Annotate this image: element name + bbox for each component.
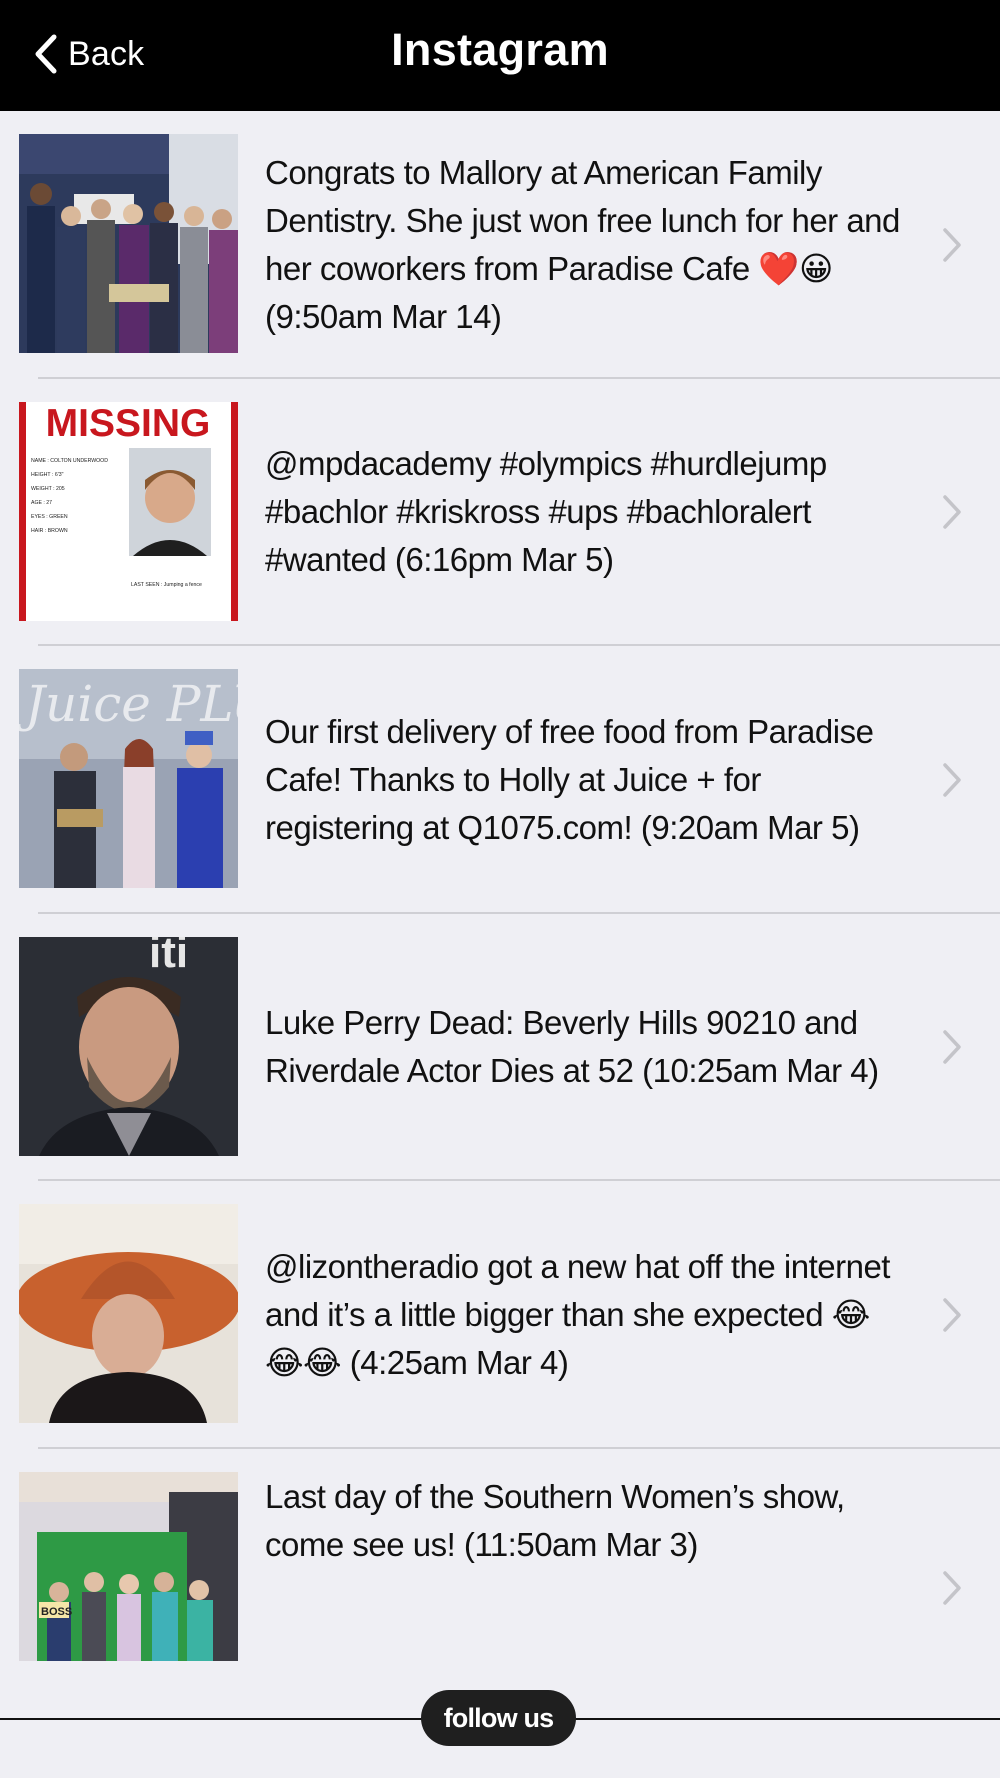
feed-item[interactable]: Juice PLUS Our first delivery of free fo… <box>0 646 1000 914</box>
chevron-right-icon <box>943 1570 961 1605</box>
feed-item[interactable]: @lizontheradio got a new hat off the int… <box>0 1181 1000 1449</box>
post-caption: Last day of the Southern Women’s show, c… <box>265 1477 845 1563</box>
post-caption: Congrats to Mallory at American Family D… <box>265 153 900 335</box>
image-text: MISSING <box>46 402 211 445</box>
image-footer: LAST SEEN : Jumping a fence <box>131 582 202 588</box>
feed-item[interactable]: MISSING NAME : COLTON UNDERWOOD HEIGHT :… <box>0 379 1000 646</box>
post-caption: Our first delivery of free food from Par… <box>265 712 874 846</box>
image-text: iti <box>149 937 188 977</box>
image-text: Juice PLUS <box>19 675 238 733</box>
chevron-right-icon <box>943 1030 961 1064</box>
chevron-right-icon <box>943 495 961 529</box>
image-line: EYES : GREEN <box>31 514 68 520</box>
page-title: Instagram <box>391 24 609 75</box>
post-thumbnail <box>19 134 238 353</box>
post-thumbnail: iti <box>19 936 238 1156</box>
feed-item[interactable]: iti Luke Perry Dead: Beverly Hills 90210… <box>0 914 1000 1181</box>
navigation-bar: Back Instagram <box>0 0 1000 111</box>
follow-us-button[interactable]: follow us <box>421 1690 576 1746</box>
post-caption: @lizontheradio got a new hat off the int… <box>265 1247 890 1381</box>
image-line: NAME : COLTON UNDERWOOD <box>31 458 108 464</box>
instagram-feed: Congrats to Mallory at American Family D… <box>0 111 1000 1664</box>
image-text: BOSS <box>41 1606 72 1618</box>
image-line: HAIR : BROWN <box>31 528 68 534</box>
image-line: HEIGHT : 6'3" <box>31 472 64 478</box>
image-line: AGE : 27 <box>31 500 52 506</box>
post-thumbnail <box>19 1204 238 1423</box>
image-line: WEIGHT : 205 <box>31 486 65 492</box>
feed-item[interactable]: Congrats to Mallory at American Family D… <box>0 111 1000 379</box>
post-thumbnail: MISSING NAME : COLTON UNDERWOOD HEIGHT :… <box>19 401 238 621</box>
post-caption: Luke Perry Dead: Beverly Hills 90210 and… <box>265 1004 879 1089</box>
chevron-right-icon <box>943 1298 961 1332</box>
follow-section: follow us <box>0 1690 1000 1746</box>
feed-item[interactable]: BOSS Last day of the Southern Women’s sh… <box>0 1449 1000 1664</box>
post-caption: @mpdacademy #olympics #hurdlejump #bachl… <box>265 445 827 578</box>
chevron-right-icon <box>943 228 961 262</box>
post-thumbnail: Juice PLUS <box>19 669 238 888</box>
post-thumbnail: BOSS <box>19 1471 238 1661</box>
chevron-right-icon <box>943 763 961 797</box>
